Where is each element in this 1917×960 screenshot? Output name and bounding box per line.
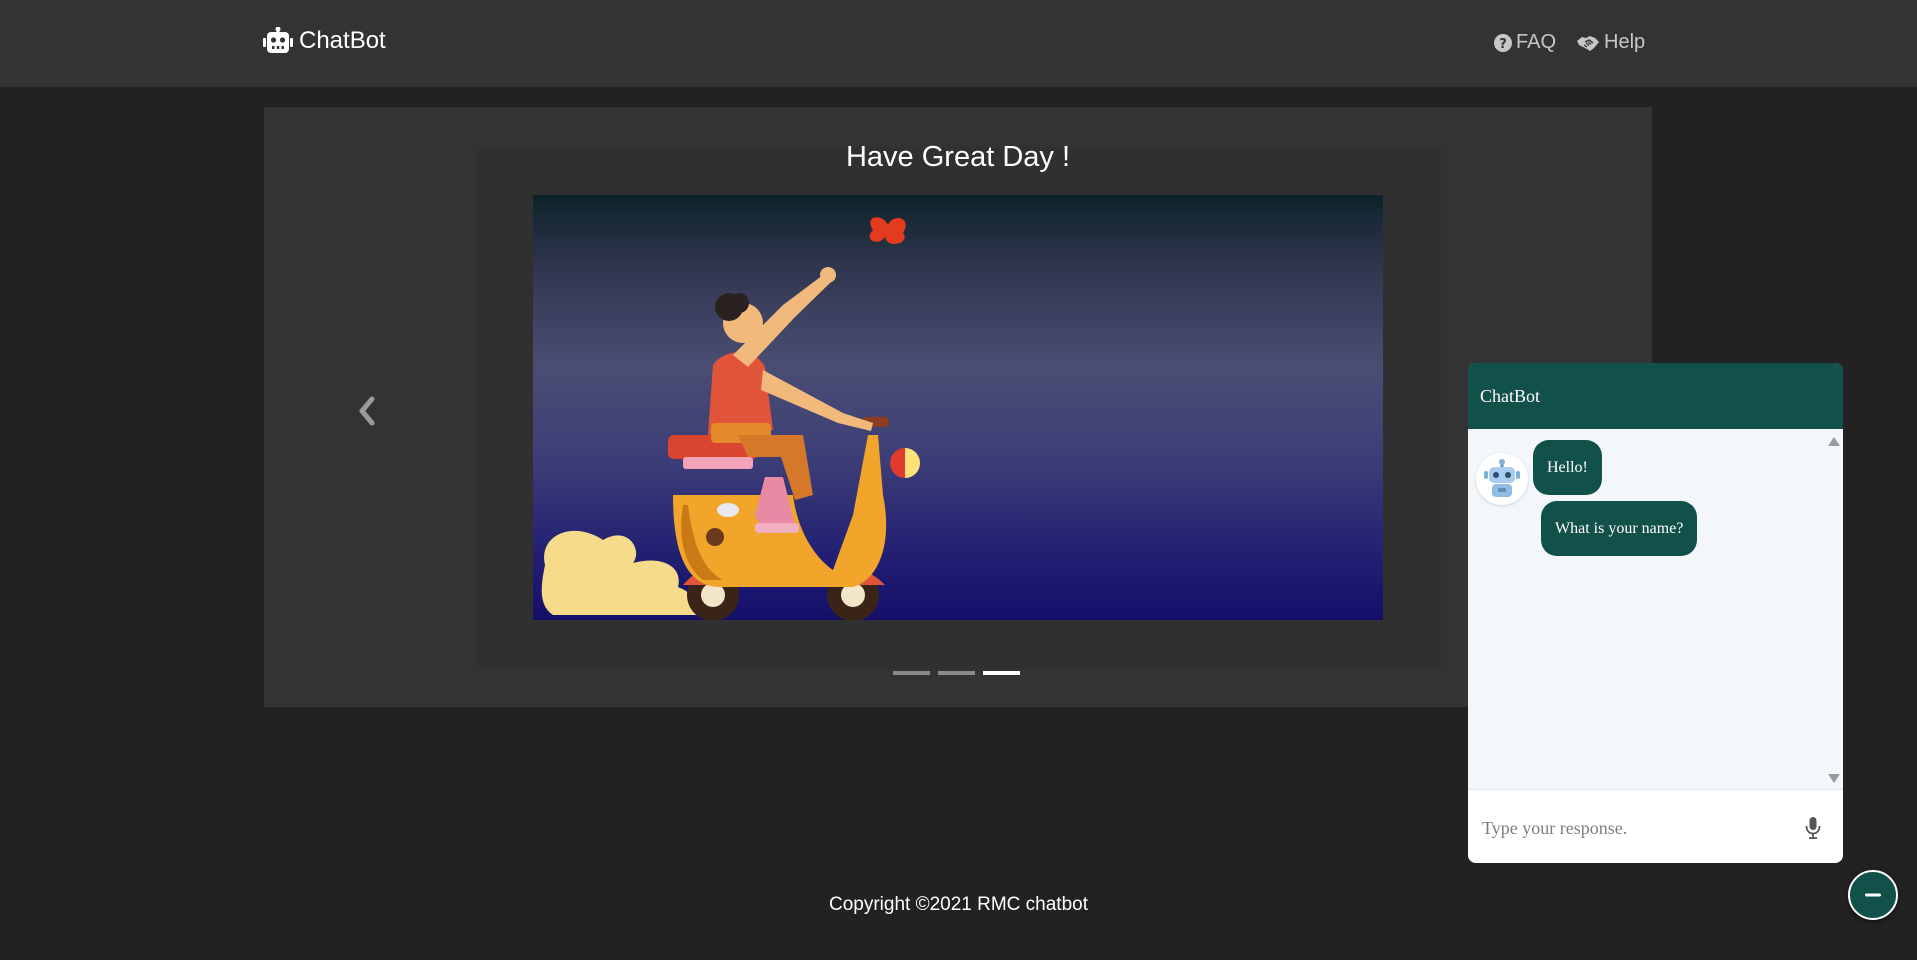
- chat-messages[interactable]: Hello! What is your name?: [1468, 429, 1843, 789]
- robot-icon: [263, 27, 293, 55]
- svg-text:?: ?: [1499, 37, 1507, 52]
- chevron-left-icon: [359, 396, 375, 426]
- image-carousel: Have Great Day !: [264, 107, 1652, 707]
- top-navbar: ChatBot ? FAQ Help: [0, 0, 1917, 87]
- faq-link[interactable]: ? FAQ: [1494, 31, 1556, 54]
- chat-title: ChatBot: [1480, 385, 1541, 406]
- carousel-indicators: [893, 671, 1020, 675]
- bot-message: Hello!: [1533, 440, 1602, 495]
- chat-widget: ChatBot Hello! What is your name?: [1468, 363, 1843, 863]
- nav-links: ? FAQ Help: [1494, 31, 1645, 54]
- handshake-icon: [1576, 34, 1600, 52]
- help-link[interactable]: Help: [1576, 31, 1645, 54]
- carousel-indicator-3[interactable]: [983, 671, 1020, 675]
- bot-message: What is your name?: [1541, 501, 1698, 556]
- faq-link-label: FAQ: [1516, 31, 1557, 53]
- scroll-down-arrow-icon[interactable]: [1828, 774, 1840, 783]
- carousel-prev-button[interactable]: [352, 391, 380, 431]
- chat-scrollbar[interactable]: [1825, 429, 1843, 789]
- chat-minimize-button[interactable]: [1848, 870, 1898, 920]
- scooter-illustration: [541, 217, 920, 620]
- chat-response-input[interactable]: [1480, 812, 1784, 844]
- bot-message-text: What is your name?: [1555, 519, 1684, 537]
- brand-link[interactable]: ChatBot: [263, 27, 386, 55]
- help-link-label: Help: [1604, 31, 1646, 53]
- slide-image: [533, 195, 1383, 620]
- chat-input-bar: [1468, 789, 1843, 863]
- microphone-icon: [1805, 817, 1821, 839]
- question-circle-icon: ?: [1494, 33, 1512, 52]
- carousel-indicator-2[interactable]: [938, 671, 975, 675]
- bot-message-text: Hello!: [1547, 458, 1588, 476]
- carousel-indicator-1[interactable]: [893, 671, 930, 675]
- slide-title: Have Great Day !: [845, 141, 1071, 173]
- brand-label: ChatBot: [299, 27, 386, 54]
- microphone-button[interactable]: [1801, 814, 1825, 842]
- robot-avatar-icon: [1476, 453, 1528, 505]
- minus-icon: [1865, 893, 1881, 897]
- scroll-up-arrow-icon[interactable]: [1828, 437, 1840, 446]
- footer-copyright: Copyright ©2021 RMC chatbot: [828, 894, 1088, 915]
- chat-header: ChatBot: [1468, 363, 1843, 429]
